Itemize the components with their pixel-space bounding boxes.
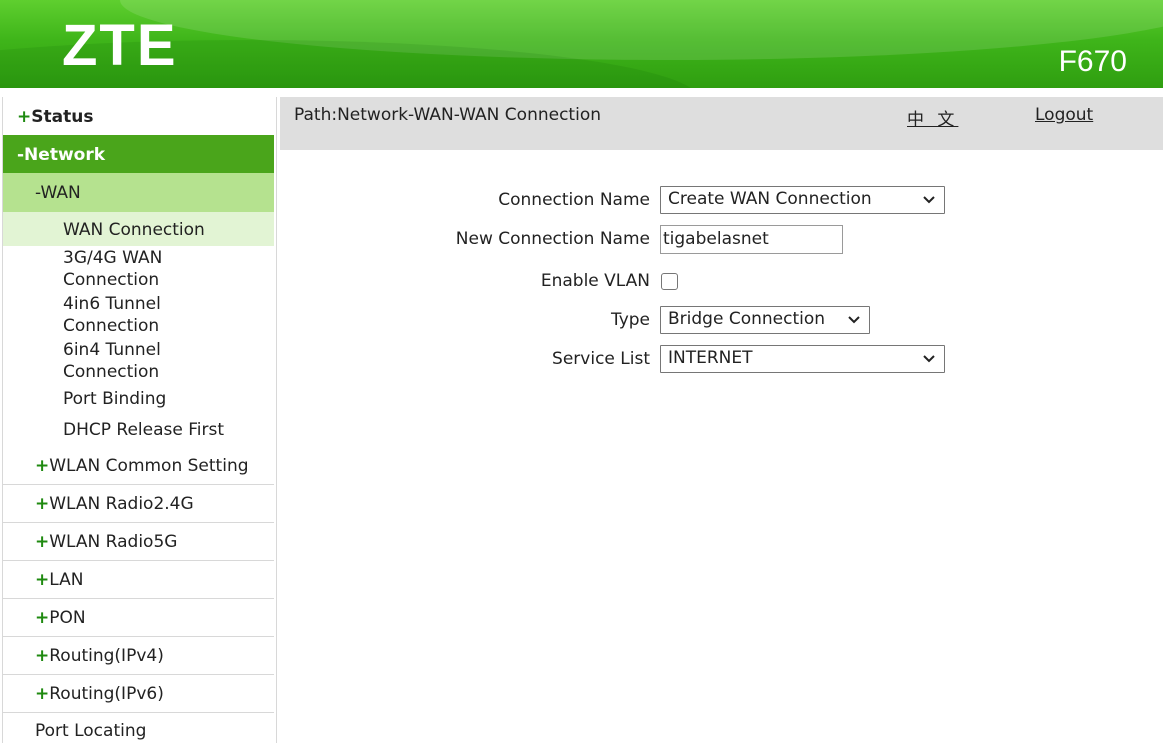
sidebar-item-label-line2: Connection: [63, 270, 160, 290]
service-list-label: Service List: [552, 349, 650, 369]
sidebar-item-wlan-radio24g[interactable]: +WLAN Radio2.4G: [3, 485, 274, 523]
connection-name-value: Create WAN Connection: [668, 189, 872, 209]
logout-link[interactable]: Logout: [1035, 105, 1093, 125]
sidebar-item-label: WLAN Common Setting: [49, 456, 249, 476]
breadcrumb-bar: Path:Network-WAN-WAN Connection 中 文 Logo…: [280, 97, 1163, 150]
chevron-down-icon: [923, 355, 935, 363]
type-value: Bridge Connection: [668, 309, 826, 329]
sidebar-item-4in6-tunnel[interactable]: 4in6 Tunnel Connection: [3, 293, 274, 339]
sidebar-item-label: Routing(IPv6): [49, 684, 164, 704]
sidebar-item-port-binding[interactable]: Port Binding: [3, 388, 274, 416]
sidebar-item-label: PON: [49, 608, 86, 628]
sidebar-item-wlan-common-setting[interactable]: +WLAN Common Setting: [3, 449, 274, 485]
sidebar-item-status[interactable]: +Status: [3, 97, 274, 135]
expand-plus-icon: +: [35, 684, 50, 704]
breadcrumb: Path:Network-WAN-WAN Connection: [294, 105, 601, 125]
sidebar-item-port-locating[interactable]: Port Locating: [3, 713, 274, 743]
sidebar-item-label: DHCP Release First: [63, 420, 225, 440]
sidebar-item-label: LAN: [49, 570, 84, 590]
zte-logo: ZTE: [62, 13, 178, 78]
sidebar-item-label: 4in6 Tunnel: [63, 294, 161, 314]
type-label: Type: [610, 310, 650, 330]
chevron-down-icon: [923, 196, 935, 204]
device-model: F670: [1058, 45, 1127, 78]
sidebar-item-6in4-tunnel[interactable]: 6in4 Tunnel Connection: [3, 339, 274, 385]
sidebar-item-label: Status: [31, 107, 94, 127]
sidebar-item-label: Port Binding: [63, 389, 167, 409]
service-list-value: INTERNET: [668, 348, 753, 368]
sidebar-item-routing-ipv6[interactable]: +Routing(IPv6): [3, 675, 274, 713]
connection-name-select[interactable]: Create WAN Connection: [660, 186, 945, 214]
sidebar-item-label: -WAN: [35, 183, 81, 203]
sidebar-item-label: 6in4 Tunnel: [63, 340, 161, 360]
sidebar-item-wan[interactable]: -WAN: [3, 173, 274, 212]
chevron-down-icon: [848, 316, 860, 324]
sidebar-item-routing-ipv4[interactable]: +Routing(IPv4): [3, 637, 274, 675]
service-list-select[interactable]: INTERNET: [660, 345, 945, 373]
expand-plus-icon: +: [35, 494, 50, 514]
expand-plus-icon: +: [35, 608, 50, 628]
enable-vlan-checkbox[interactable]: [661, 273, 678, 290]
sidebar-item-dhcp-release-first[interactable]: DHCP Release First: [3, 419, 274, 449]
sidebar-item-label: WLAN Radio5G: [49, 532, 178, 552]
expand-plus-icon: +: [35, 456, 50, 476]
sidebar-item-lan[interactable]: +LAN: [3, 561, 274, 599]
sidebar-item-wlan-radio5g[interactable]: +WLAN Radio5G: [3, 523, 274, 561]
expand-plus-icon: +: [35, 532, 50, 552]
header-divider: [0, 88, 1163, 96]
new-connection-name-input[interactable]: tigabelasnet: [660, 225, 843, 254]
type-select[interactable]: Bridge Connection: [660, 306, 870, 334]
sidebar-item-wan-connection[interactable]: WAN Connection: [3, 212, 274, 246]
sidebar-nav: +Status -Network -WAN WAN Connection 3G/…: [2, 97, 277, 743]
expand-plus-icon: +: [17, 107, 32, 127]
sidebar-item-label-line2: Connection: [63, 316, 160, 336]
sidebar-item-label: 3G/4G WAN: [63, 248, 163, 268]
header-banner: ZTE F670: [0, 0, 1163, 88]
language-switch-link[interactable]: 中 文: [907, 105, 958, 130]
new-connection-name-label: New Connection Name: [455, 229, 650, 249]
expand-plus-icon: +: [35, 646, 50, 666]
enable-vlan-label: Enable VLAN: [540, 271, 650, 291]
sidebar-item-label: Port Locating: [35, 721, 147, 741]
sidebar-item-pon[interactable]: +PON: [3, 599, 274, 637]
sidebar-item-label: WLAN Radio2.4G: [49, 494, 194, 514]
sidebar-item-3g4g-wan-connection[interactable]: 3G/4G WAN Connection: [3, 247, 274, 293]
sidebar-item-network[interactable]: -Network: [3, 135, 274, 173]
sidebar-item-label: -Network: [17, 145, 106, 165]
sidebar-item-label: Routing(IPv4): [49, 646, 164, 666]
expand-plus-icon: +: [35, 570, 50, 590]
sidebar-item-label: WAN Connection: [63, 220, 205, 240]
connection-name-label: Connection Name: [498, 190, 650, 210]
sidebar-item-label-line2: Connection: [63, 362, 160, 382]
